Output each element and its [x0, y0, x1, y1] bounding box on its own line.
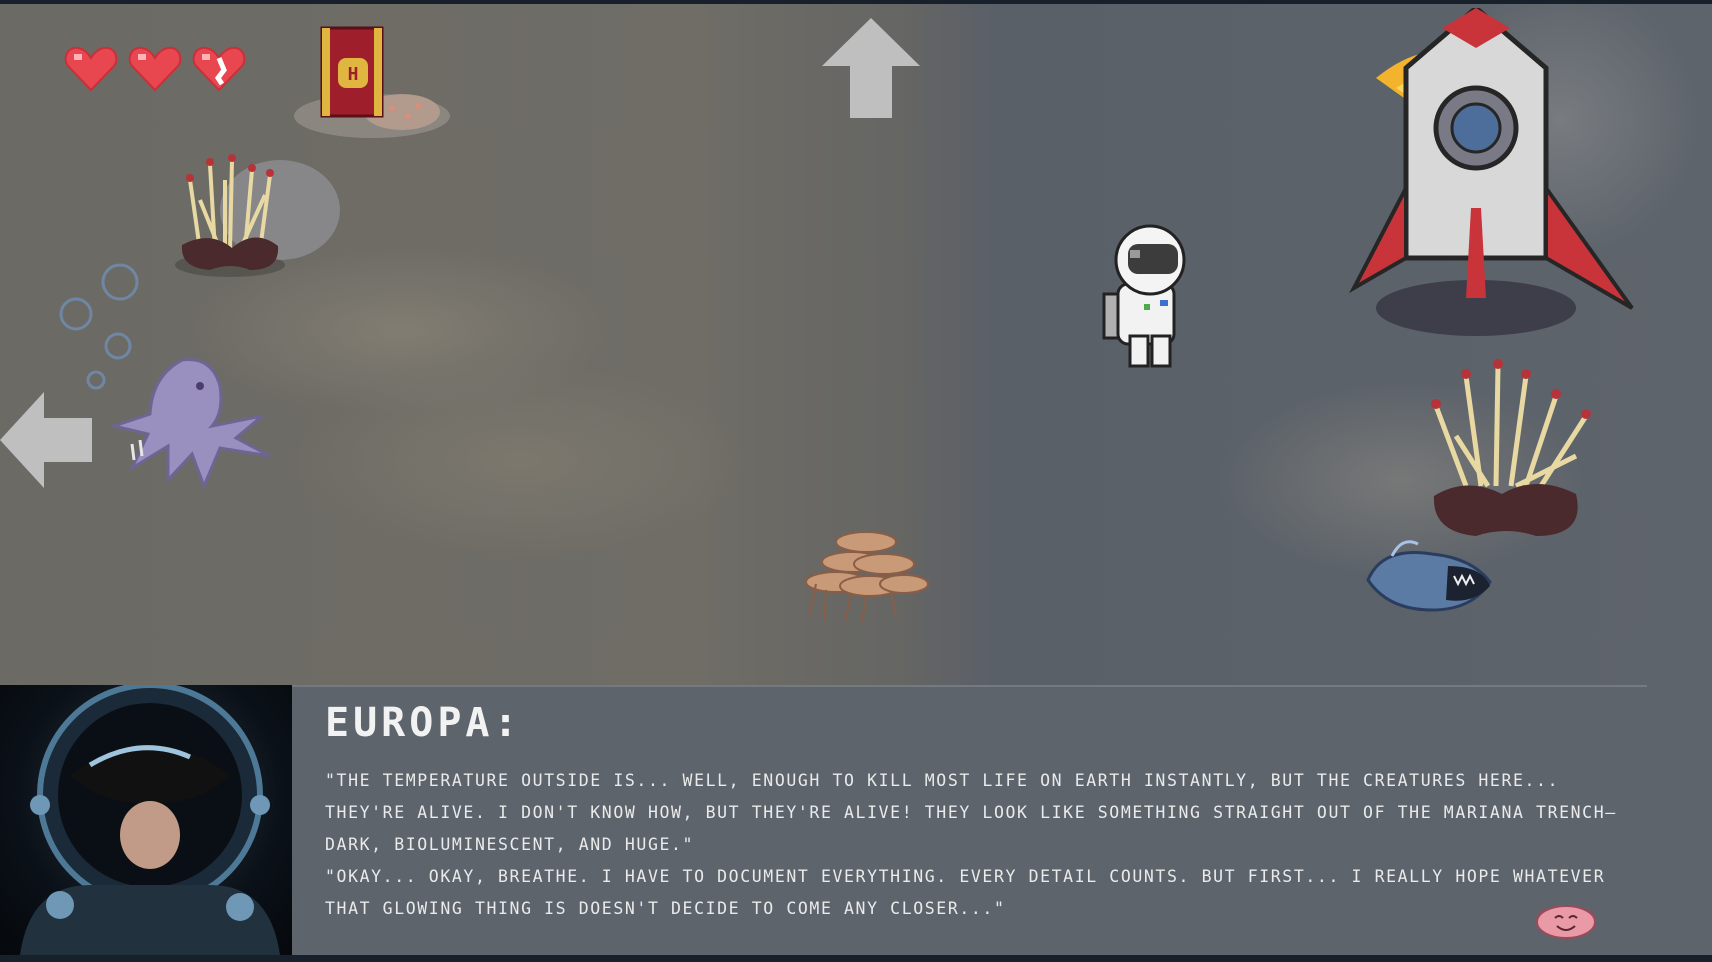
heart-full-icon [64, 46, 118, 92]
heart-full-icon [128, 46, 182, 92]
arrow-up-icon[interactable] [822, 18, 920, 118]
journal-book-icon[interactable]: H [292, 24, 452, 140]
svg-text:H: H [348, 64, 359, 85]
astronaut-player[interactable] [1100, 224, 1200, 374]
coral-plant [175, 154, 340, 277]
speaker-portrait [0, 685, 292, 955]
anglerfish-creature[interactable] [1362, 536, 1498, 616]
bottom-edge [0, 955, 1712, 962]
dialog-line: "The temperature outside is... well, eno… [325, 771, 1617, 854]
blob-fish-icon[interactable] [1535, 900, 1597, 940]
dialog-text: "The temperature outside is... well, eno… [325, 765, 1625, 925]
rocket-ship[interactable] [1346, 8, 1646, 368]
game-stage: H EUROPA: "THE TEMPERATURE OUTSIDE IS...… [0, 0, 1712, 962]
dialog-line: "Okay... okay, breathe. I have to docume… [325, 867, 1606, 918]
coral-plant [1431, 359, 1591, 536]
octopus-creature[interactable] [112, 356, 282, 492]
heart-partial-icon [192, 46, 246, 92]
shrimp-swarm-creature[interactable] [796, 524, 936, 624]
top-edge [0, 0, 1712, 4]
speaker-name: EUROPA: [325, 700, 522, 746]
arrow-left-icon[interactable] [0, 392, 92, 488]
